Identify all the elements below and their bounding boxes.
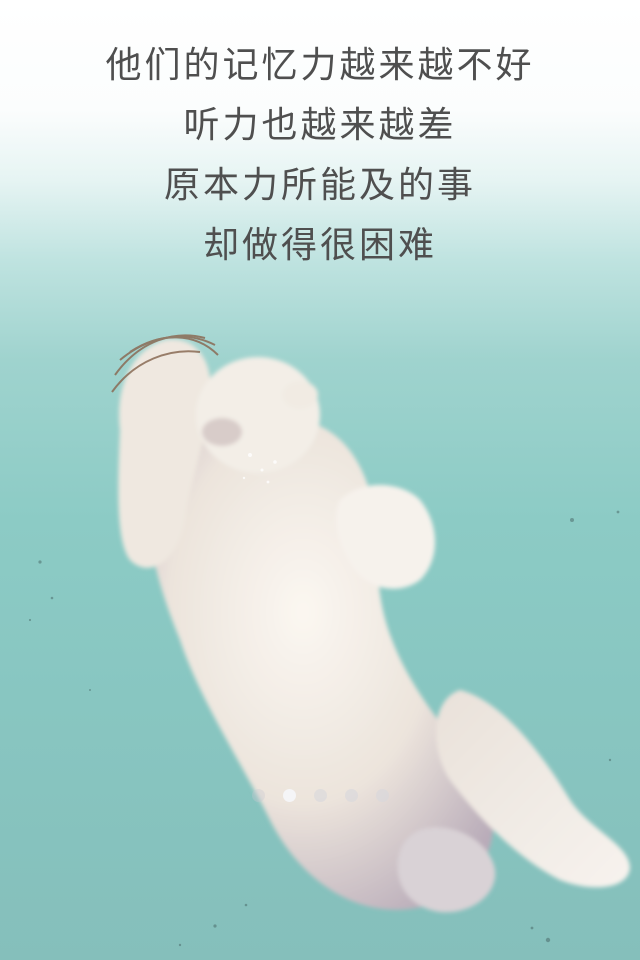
splash-screen[interactable]: 他们的记忆力越来越不好 听力也越来越差 原本力所能及的事 却做得很困难 xyxy=(0,0,640,960)
page-dot-5[interactable] xyxy=(375,789,389,802)
page-indicator xyxy=(0,789,640,802)
caption-line-3: 原本力所能及的事 xyxy=(163,165,476,206)
page-dot-1[interactable] xyxy=(251,789,265,802)
caption-line-2: 听力也越来越差 xyxy=(183,105,457,146)
page-dot-4[interactable] xyxy=(344,789,358,802)
page-dot-3[interactable] xyxy=(313,789,327,802)
caption-line-1: 他们的记忆力越来越不好 xyxy=(105,45,535,86)
page-dot-2[interactable] xyxy=(282,789,296,802)
caption-text: 他们的记忆力越来越不好 听力也越来越差 原本力所能及的事 却做得很困难 xyxy=(0,36,640,276)
caption-line-4: 却做得很困难 xyxy=(202,225,437,266)
